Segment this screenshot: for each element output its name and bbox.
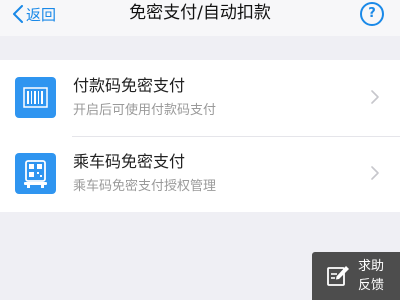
edit-icon [326, 264, 350, 288]
item-subtitle: 乘车码免密支付授权管理 [73, 179, 217, 194]
list-item-bus-code[interactable]: 乘车码免密支付 乘车码免密支付授权管理 [0, 136, 400, 212]
list-item-payment-code[interactable]: 付款码免密支付 开启后可使用付款码支付 [0, 60, 400, 136]
settings-list: 付款码免密支付 开启后可使用付款码支付 乘车码免密支付 乘车码免密支付授权管理 [0, 60, 400, 212]
nav-bar: 返回 免密支付/自动扣款 ? [0, 0, 400, 36]
item-title: 付款码免密支付 [73, 76, 186, 95]
bus-qr-icon [15, 153, 56, 194]
feedback-label-line2: 反馈 [358, 278, 385, 293]
help-button[interactable]: ? [360, 2, 384, 26]
chevron-right-icon [371, 166, 379, 180]
help-feedback-button[interactable]: 求助 反馈 [312, 252, 400, 300]
chevron-right-icon [371, 90, 379, 104]
item-subtitle: 开启后可使用付款码支付 [73, 103, 217, 118]
item-title: 乘车码免密支付 [73, 152, 186, 171]
barcode-icon [15, 77, 56, 118]
feedback-label-line1: 求助 [358, 259, 385, 274]
page-title: 免密支付/自动扣款 [129, 3, 271, 23]
screen: 返回 免密支付/自动扣款 ? 付款码免密支付 开启后可使用付款码支付 乘车码免密… [0, 0, 400, 300]
